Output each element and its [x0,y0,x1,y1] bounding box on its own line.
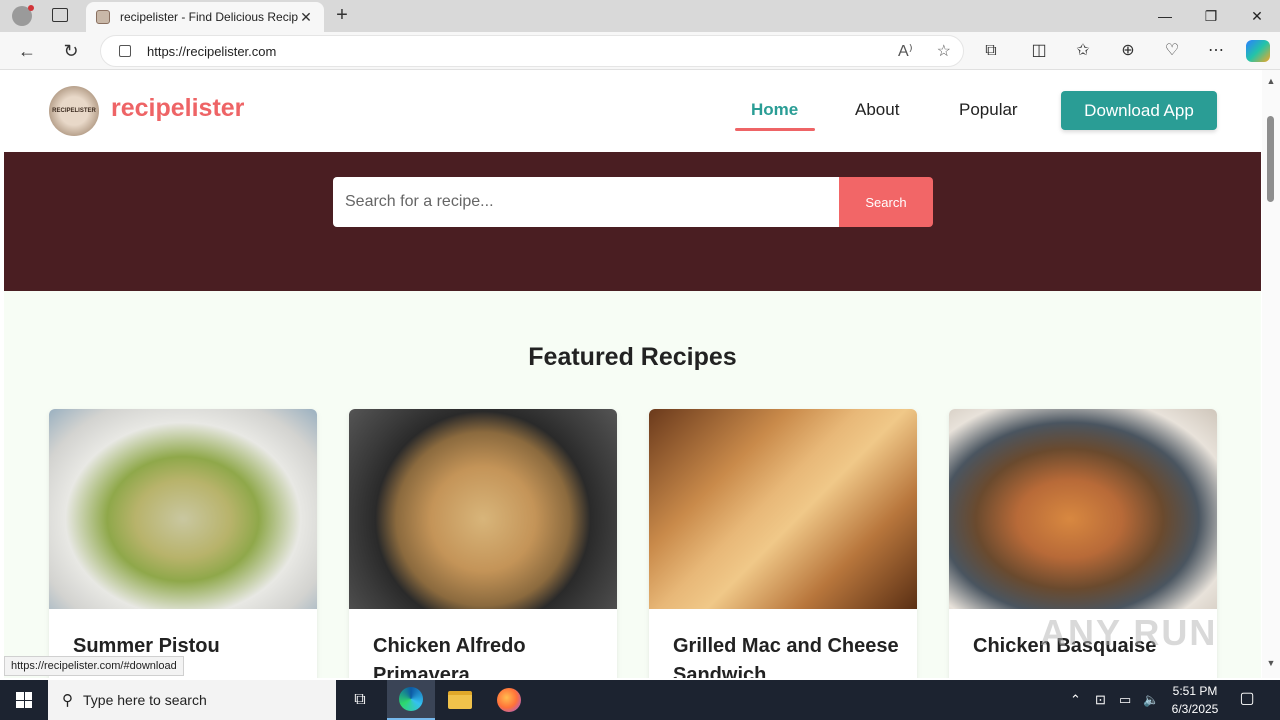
windows-taskbar: ⚲ Type here to search ⧉ ⌃ ⊡ ▭ 🔈 5:51 PM … [0,680,1280,720]
volume-icon[interactable]: 🔈 [1143,680,1159,720]
tab-strip: recipelister - Find Delicious Recipes ✕ … [0,0,1280,32]
refresh-icon[interactable]: ↻ [58,38,84,64]
recipe-image[interactable] [949,409,1217,609]
recipe-title[interactable]: Chicken Alfredo Primavera [373,632,603,678]
lock-icon[interactable] [119,45,131,57]
address-bar[interactable]: https://recipelister.com A⁾ ☆ [100,35,964,67]
nav-popular[interactable]: Popular [959,100,1018,120]
url-text[interactable]: https://recipelister.com [147,44,874,59]
status-bar-url: https://recipelister.com/#download [4,656,184,676]
nav-home[interactable]: Home [751,100,798,120]
recipe-search-input[interactable] [333,177,839,227]
collections-icon[interactable]: ⊕ [1117,40,1139,62]
network-icon[interactable]: ▭ [1119,680,1131,720]
recipe-image[interactable] [649,409,917,609]
site-favicon-icon [96,10,110,24]
recipe-card[interactable]: Grilled Mac and Cheese Sandwich [649,409,917,678]
nav-about[interactable]: About [855,100,899,120]
edge-icon [399,687,423,711]
clock-date: 6/3/2025 [1171,702,1219,716]
more-menu-icon[interactable]: ⋯ [1205,40,1227,62]
tab-close-icon[interactable]: ✕ [298,9,314,26]
scroll-up-arrow-icon[interactable]: ▲ [1266,76,1276,86]
search-button[interactable]: Search [839,177,933,227]
address-bar-row: ← ↻ https://recipelister.com A⁾ ☆ ⧉ ◫ ✩ … [0,32,1280,70]
tab-actions-icon[interactable] [52,8,68,22]
file-explorer-taskbar-button[interactable] [436,680,484,720]
active-nav-underline [735,128,815,131]
recipe-title[interactable]: Grilled Mac and Cheese Sandwich [673,632,903,678]
back-arrow-icon[interactable]: ← [14,38,40,64]
recipe-image[interactable] [49,409,317,609]
split-screen-icon[interactable]: ◫ [1028,40,1050,62]
read-aloud-icon[interactable]: A⁾ [898,41,913,61]
copilot-icon[interactable] [1246,40,1270,62]
scroll-down-arrow-icon[interactable]: ▼ [1266,658,1276,668]
scroll-thumb[interactable] [1267,116,1274,202]
page-viewport: RECIPELISTER recipelister Home About Pop… [0,70,1280,678]
site-logo-icon[interactable]: RECIPELISTER [49,86,99,136]
firefox-icon [497,688,521,712]
tray-chevron-icon[interactable]: ⌃ [1070,680,1081,720]
firefox-taskbar-button[interactable] [485,680,533,720]
anyrun-watermark: ANY RUN [1040,612,1218,653]
page-scrollbar[interactable]: ▲ ▼ [1262,70,1280,678]
restore-button[interactable]: ❐ [1188,0,1234,32]
site-header: RECIPELISTER recipelister Home About Pop… [4,70,1261,152]
recipe-card[interactable]: Chicken Alfredo Primavera [349,409,617,678]
extensions-icon[interactable]: ⧉ [980,40,1002,62]
tab-title: recipelister - Find Delicious Recipes [120,10,298,24]
browser-essentials-icon[interactable]: ♡ [1161,40,1183,62]
browser-chrome: recipelister - Find Delicious Recipes ✕ … [0,0,1280,70]
search-icon: ⚲ [62,692,73,709]
taskbar-search[interactable]: ⚲ Type here to search [48,680,336,720]
logo-badge-text: RECIPELISTER [52,108,96,114]
favorites-icon[interactable]: ✩ [1072,40,1094,62]
hero-search-section: Search [4,152,1261,291]
folder-icon [448,691,472,709]
featured-title: Featured Recipes [528,343,737,371]
site-logo-text[interactable]: recipelister [111,94,244,123]
recipe-image[interactable] [349,409,617,609]
meet-now-icon[interactable]: ⊡ [1095,680,1106,720]
favorite-star-icon[interactable]: ☆ [937,41,951,61]
taskbar-search-placeholder: Type here to search [83,692,207,708]
close-window-button[interactable]: ✕ [1234,0,1280,32]
windows-logo-icon [16,692,32,708]
start-button[interactable] [0,680,48,720]
minimize-button[interactable]: — [1142,0,1188,32]
task-view-icon: ⧉ [354,691,366,708]
edge-taskbar-button[interactable] [387,680,435,720]
task-view-button[interactable]: ⧉ [336,680,384,720]
clock-time: 5:51 PM [1172,684,1218,698]
taskbar-clock[interactable]: 5:51 PM 6/3/2025 [1164,682,1226,718]
new-tab-button[interactable]: + [330,4,354,28]
notification-center-icon[interactable]: ▢ [1236,688,1258,710]
browser-tab[interactable]: recipelister - Find Delicious Recipes ✕ [86,2,324,32]
recipe-card[interactable]: Summer Pistou [49,409,317,678]
download-app-button[interactable]: Download App [1061,91,1217,130]
notification-dot-icon [28,5,34,11]
